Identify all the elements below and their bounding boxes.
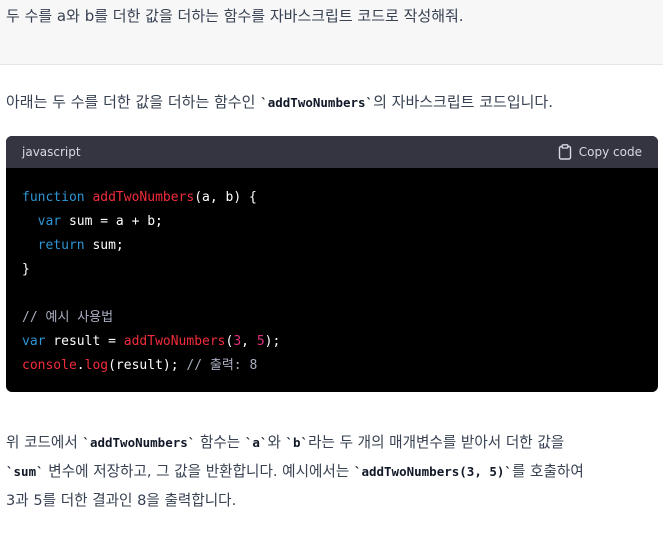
inline-code: `a` [244, 435, 268, 450]
assistant-intro-text: 아래는 두 수를 더한 값을 더하는 함수인 `addTwoNumbers`의 … [6, 91, 553, 112]
code-block-header: javascript Copy code [6, 136, 658, 168]
intro-text-after: 의 자바스크립트 코드입니다. [373, 93, 553, 111]
code-token: var [37, 214, 62, 229]
code-token: addTwoNumbers [123, 334, 226, 349]
text-span: 변수에 저장하고, 그 값을 반환합니다. 예시에서는 [43, 463, 354, 480]
user-message-row: 두 수를 a와 b를 더한 값을 더하는 함수를 자바스크립트 코드로 작성해줘… [0, 0, 663, 65]
code-token: 5 [256, 334, 265, 349]
text-span: 를 호출하여 [511, 463, 584, 480]
code-token: var [22, 334, 46, 349]
text-span: 와 [267, 434, 286, 451]
explanation-line-2: `sum` 변수에 저장하고, 그 값을 반환합니다. 예시에서는 `addTw… [6, 457, 658, 486]
code-comment: // 출력: 8 [186, 358, 258, 373]
copy-code-button[interactable]: Copy code [558, 144, 642, 160]
code-token: , [241, 334, 257, 349]
code-content: function addTwoNumbers(a, b) { var sum =… [6, 168, 658, 392]
code-token: addTwoNumbers [92, 190, 195, 205]
text-span: 위 코드에서 [6, 434, 83, 451]
code-token: console [22, 358, 77, 373]
code-token: (result); [108, 358, 187, 373]
intro-inline-code: `addTwoNumbers` [260, 95, 374, 110]
code-token: (a, b) { [194, 190, 257, 205]
inline-code: `addTwoNumbers(3, 5)` [353, 464, 512, 479]
code-token: ); [264, 334, 281, 349]
inline-code: `b` [285, 435, 309, 450]
code-comment: // 예시 사용법 [22, 310, 114, 325]
code-token: return [37, 238, 85, 253]
code-token: sum = a + b; [61, 214, 163, 229]
code-token: . [76, 358, 85, 373]
text-span: 라는 두 개의 매개변수를 받아서 더한 값을 [308, 434, 565, 451]
code-token: sum; [84, 238, 124, 253]
copy-code-label: Copy code [578, 145, 642, 159]
code-token: log [84, 358, 109, 373]
inline-code: `sum` [6, 464, 44, 479]
inline-code: `addTwoNumbers` [82, 435, 196, 450]
assistant-explanation: 위 코드에서 `addTwoNumbers` 함수는 `a`와 `b`라는 두 … [6, 428, 658, 515]
explanation-line-3: 3과 5를 더한 결과인 8을 출력합니다. [6, 492, 237, 509]
text-span: 함수는 [195, 434, 245, 451]
explanation-line-1: 위 코드에서 `addTwoNumbers` 함수는 `a`와 `b`라는 두 … [6, 428, 658, 457]
intro-text-before: 아래는 두 수를 더한 값을 더하는 함수인 [6, 93, 261, 111]
user-message-text: 두 수를 a와 b를 더한 값을 더하는 함수를 자바스크립트 코드로 작성해줘… [6, 7, 464, 25]
clipboard-icon [558, 144, 571, 160]
code-token: function [22, 190, 85, 205]
code-token: } [22, 262, 30, 277]
code-token: 3 [233, 334, 242, 349]
code-token: result = [45, 334, 124, 349]
code-language-label: javascript [22, 145, 81, 159]
code-block: javascript Copy code function addTwoNumb… [6, 136, 658, 392]
